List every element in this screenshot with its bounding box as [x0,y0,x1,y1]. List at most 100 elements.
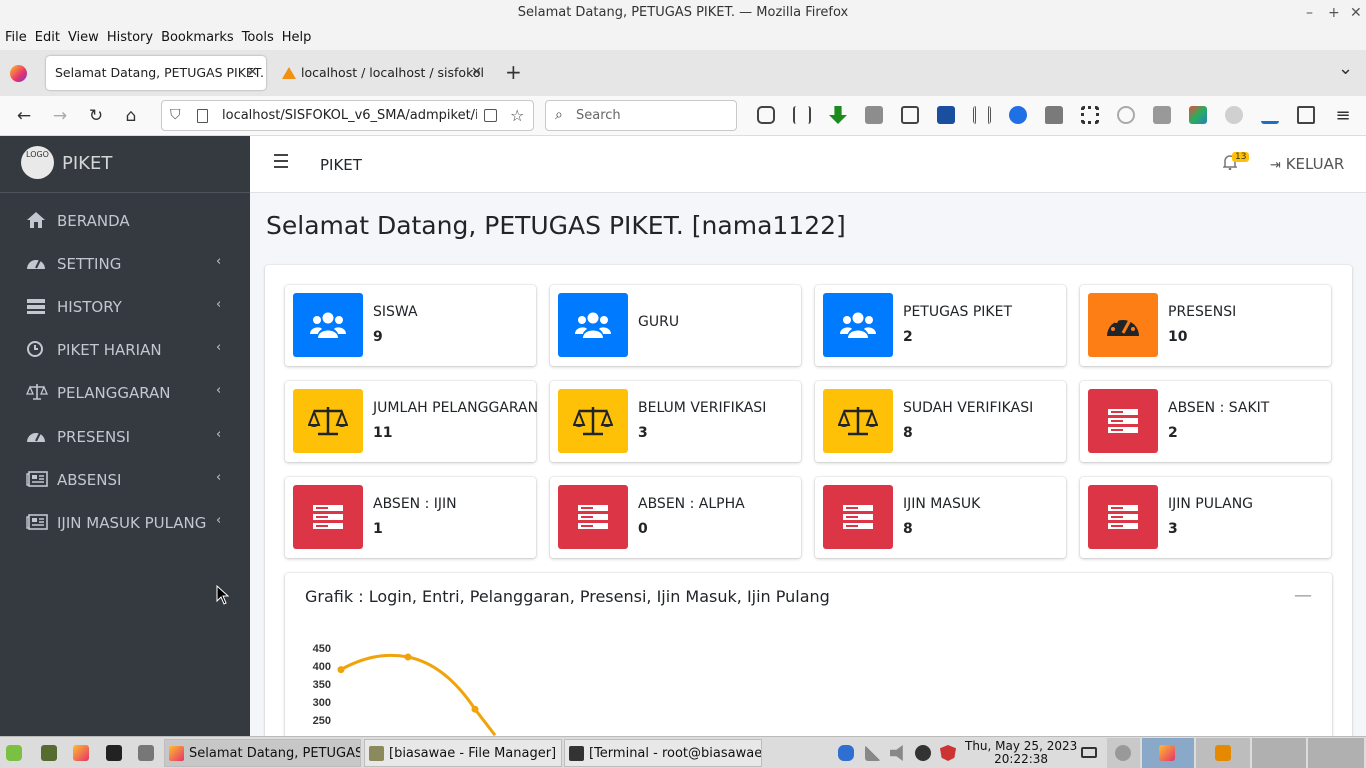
search-bar[interactable]: ⌕ Search [545,100,737,131]
back-button[interactable]: ← [12,104,36,128]
grey-extension-icon[interactable] [1153,106,1171,124]
close-tab-icon[interactable]: ✕ [471,56,482,90]
clock[interactable]: Thu, May 25, 2023 20:22:38 [965,740,1077,766]
info-box-absen-alpha[interactable]: ABSEN : ALPHA 0 [550,477,801,558]
info-box-ijin-masuk[interactable]: IJIN MASUK 8 [815,477,1066,558]
info-box-guru[interactable]: GURU [550,285,801,366]
workspace-3[interactable] [1196,738,1250,768]
chevron-left-icon: ‹ [216,383,222,398]
list-icon [823,485,893,549]
sidebar-item-pelanggaran[interactable]: PELANGGARAN ‹ [0,373,250,413]
info-box-title: ABSEN : ALPHA [638,496,745,512]
volume-icon[interactable] [890,745,903,761]
toggle-extension-icon[interactable] [1225,106,1243,124]
file-manager-launcher-icon[interactable] [41,745,57,761]
info-box-sudah-verifikasi[interactable]: SUDAH VERIFIKASI 8 [815,381,1066,462]
list-all-tabs-button[interactable]: ⌄ [1338,58,1353,79]
workspace-5[interactable] [1308,738,1364,768]
globe-icon[interactable] [1117,106,1135,124]
data-point[interactable] [404,653,412,661]
extension-icon[interactable] [865,106,883,124]
downloads-icon[interactable] [1261,106,1279,124]
hamburger-toggle-icon[interactable] [274,154,288,168]
bluetooth-status-icon[interactable] [915,745,931,761]
sidebar-item-ijin-masuk-pulang[interactable]: IJIN MASUK PULANG ‹ [0,503,250,543]
colorful-extension-icon[interactable] [1189,106,1207,124]
url-text[interactable]: localhost/SISFOKOL_v6_SMA/admpiket/index… [222,101,477,130]
menu-bookmarks[interactable]: Bookmarks [157,26,238,50]
info-box-belum-verifikasi[interactable]: BELUM VERIFIKASI 3 [550,381,801,462]
task-terminal[interactable]: [Terminal - root@biasawae /... [564,739,762,767]
info-box-ijin-pulang[interactable]: IJIN PULANG 3 [1080,477,1331,558]
info-box-jumlah-pelanggaran[interactable]: JUMLAH PELANGGARAN 11 [285,381,538,462]
balance-scale-icon [823,389,893,453]
sidebar-toggle-icon[interactable] [901,106,919,124]
home-button[interactable]: ⌂ [119,104,143,128]
download-helper-icon[interactable] [937,106,955,124]
reload-button[interactable]: ↻ [84,104,108,128]
firefox-icon[interactable] [10,65,27,82]
bookmark-star-icon[interactable]: ☆ [510,101,524,130]
library-icon[interactable] [793,106,811,124]
hamburger-menu-icon[interactable]: ≡ [1331,104,1355,128]
info-box-absen-sakit[interactable]: ABSEN : SAKIT 2 [1080,381,1331,462]
balance-scale-icon [26,383,48,403]
app-launcher-icon[interactable] [138,745,154,761]
mint-menu-icon[interactable] [6,745,22,761]
shield-icon[interactable]: ⛉ [170,101,181,130]
sidebar-item-presensi[interactable]: PRESENSI ‹ [0,417,250,457]
data-point[interactable] [337,666,345,674]
firefox-launcher-icon[interactable] [73,745,89,761]
sidebar-item-history[interactable]: HISTORY ‹ [0,287,250,327]
header-title[interactable]: PIKET [320,156,362,174]
info-box-absen-ijin[interactable]: ABSEN : IJIN 1 [285,477,536,558]
url-bar[interactable]: ⛉ localhost/SISFOKOL_v6_SMA/admpiket/ind… [161,100,534,131]
sidebar-item-setting[interactable]: SETTING ‹ [0,244,250,284]
task-file-manager[interactable]: [biasawae - File Manager] [364,739,562,767]
menu-tools[interactable]: Tools [238,26,278,50]
task-firefox[interactable]: Selamat Datang, PETUGAS P... [164,739,361,767]
new-tab-button[interactable]: + [505,60,522,84]
close-tab-icon[interactable]: ✕ [247,56,258,90]
sidebar-item-label: BERANDA [57,212,130,230]
workspace-4[interactable] [1252,738,1306,768]
zoom-extension-icon[interactable] [1009,106,1027,124]
qr-code-icon[interactable] [1081,106,1099,124]
forward-button[interactable]: → [48,104,72,128]
tab-selamat-datang[interactable]: Selamat Datang, PETUGAS PIKET. ✕ [46,56,266,90]
sidebar-item-beranda[interactable]: BERANDA [0,201,250,241]
lock-extension-icon[interactable] [1045,106,1063,124]
info-box-siswa[interactable]: SISWA 9 [285,285,536,366]
network-signal-icon[interactable] [865,745,881,761]
menu-view[interactable]: View [64,26,103,50]
extensions-puzzle-icon[interactable] [1297,106,1315,124]
menu-help[interactable]: Help [278,26,316,50]
terminal-launcher-icon[interactable] [106,745,122,761]
info-box-petugas-piket[interactable]: PETUGAS PIKET 2 [815,285,1066,366]
bluetooth-icon[interactable] [838,745,854,761]
info-box-presensi[interactable]: PRESENSI 10 [1080,285,1331,366]
sidebar-item-absensi[interactable]: ABSENSI ‹ [0,460,250,500]
logout-link[interactable]: ⇥ KELUAR [1270,155,1344,173]
menu-edit[interactable]: Edit [31,26,64,50]
battery-icon[interactable] [1081,747,1097,758]
brand-link[interactable]: LOGO PIKET [0,136,250,193]
menu-file[interactable]: File [1,26,31,50]
pocket-icon[interactable] [757,106,775,124]
data-point[interactable] [471,705,479,713]
workspace-1[interactable] [1107,738,1140,768]
workspace-2[interactable] [1142,738,1194,768]
grid-extension-icon[interactable] [973,106,991,124]
balance-scale-icon [293,389,363,453]
minimize-button[interactable]: – [1306,0,1313,26]
collapse-button[interactable]: — [1294,585,1312,606]
menu-history[interactable]: History [103,26,157,50]
y-tick-label: 450 [313,643,331,655]
reader-view-icon[interactable] [484,109,497,122]
green-download-icon[interactable] [829,106,847,124]
sidebar-item-piket-harian[interactable]: PIKET HARIAN ‹ [0,330,250,370]
security-shield-icon[interactable] [940,745,956,761]
tab-phpmyadmin[interactable]: localhost / localhost / sisfokol ✕ [276,56,490,90]
close-window-button[interactable]: ✕ [1350,0,1362,26]
maximize-button[interactable]: + [1328,0,1340,26]
